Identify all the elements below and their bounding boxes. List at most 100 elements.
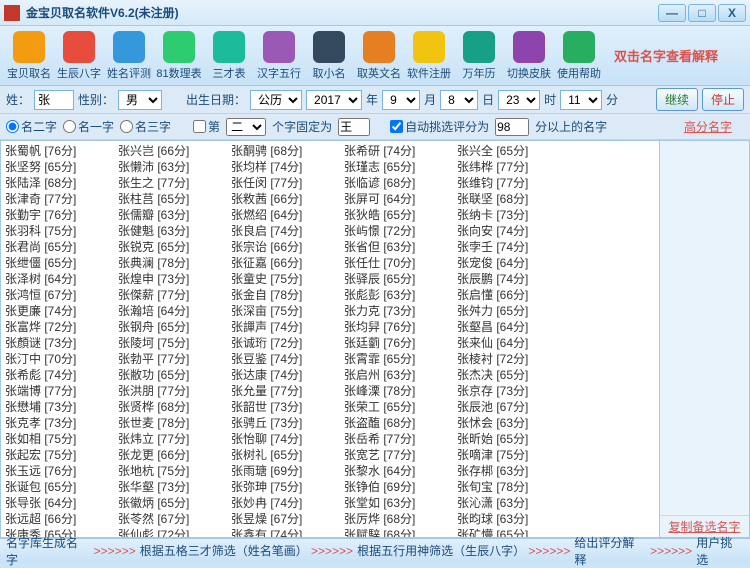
radio-two[interactable]: 名二字 [6,118,57,135]
name-item[interactable]: 张坚努 [65分] [5,159,118,175]
name-item[interactable]: 张绁僵 [65分] [5,255,118,271]
name-item[interactable]: 张盗醢 [68分] [344,415,457,431]
fixed-pos-select[interactable]: 二 [226,118,266,136]
name-item[interactable]: 张良启 [74分] [231,223,344,239]
name-item[interactable]: 张临谚 [68分] [344,175,457,191]
name-item[interactable]: 张生之 [77分] [118,175,231,191]
name-item[interactable]: 张宠俊 [64分] [457,255,570,271]
name-item[interactable]: 张棱衬 [72分] [457,351,570,367]
name-item[interactable]: 张孛壬 [74分] [457,239,570,255]
name-item[interactable]: 张敉茜 [66分] [231,191,344,207]
name-item[interactable]: 张勃平 [77分] [118,351,231,367]
name-item[interactable]: 张妙冉 [74分] [231,495,344,511]
name-item[interactable]: 张雨瑭 [69分] [231,463,344,479]
toolbar-宝贝取名[interactable]: 宝贝取名 [4,28,54,84]
name-item[interactable]: 张向安 [74分] [457,223,570,239]
continue-button[interactable]: 继续 [656,88,698,111]
day-select[interactable]: 8 [440,90,478,110]
name-item[interactable]: 张克孝 [73分] [5,415,118,431]
maximize-button[interactable]: □ [688,4,716,22]
name-item[interactable]: 张陵坷 [75分] [118,335,231,351]
name-item[interactable]: 张宗诒 [66分] [231,239,344,255]
name-item[interactable]: 张起宏 [75分] [5,447,118,463]
name-item[interactable]: 张弥珅 [75分] [231,479,344,495]
stop-button[interactable]: 停止 [702,88,744,111]
name-item[interactable]: 张酮骋 [68分] [231,143,344,159]
surname-input[interactable] [34,90,74,110]
hour-select[interactable]: 23 [498,90,540,110]
toolbar-三才表[interactable]: 三才表 [204,28,254,84]
toolbar-万年历[interactable]: 万年历 [454,28,504,84]
name-item[interactable]: 张如相 [75分] [5,431,118,447]
name-item[interactable]: 张矿懵 [65分] [457,527,570,538]
toolbar-姓名评测[interactable]: 姓名评测 [104,28,154,84]
minute-select[interactable]: 11 [560,90,602,110]
name-item[interactable]: 张仙彪 [72分] [118,527,231,538]
name-item[interactable]: 张儒瓣 [63分] [118,207,231,223]
toolbar-汉字五行[interactable]: 汉字五行 [254,28,304,84]
name-item[interactable]: 张荣工 [65分] [344,399,457,415]
name-item[interactable]: 张顏谜 [73分] [5,335,118,351]
toolbar-取英文名[interactable]: 取英文名 [354,28,404,84]
name-item[interactable]: 张津奇 [77分] [5,191,118,207]
name-item[interactable]: 张均舁 [76分] [344,319,457,335]
name-item[interactable]: 张堂如 [63分] [344,495,457,511]
name-item[interactable]: 张驿辰 [65分] [344,271,457,287]
name-item[interactable]: 张辰池 [67分] [457,399,570,415]
name-item[interactable]: 张更廉 [74分] [5,303,118,319]
name-item[interactable]: 张骋丘 [73分] [231,415,344,431]
name-item[interactable]: 张兴全 [65分] [457,143,570,159]
name-item[interactable]: 张勤宇 [76分] [5,207,118,223]
name-item[interactable]: 张敝功 [65分] [118,367,231,383]
name-item[interactable]: 张诚珩 [72分] [231,335,344,351]
auto-check[interactable]: 自动挑选评分为 [390,118,489,135]
name-item[interactable]: 张宽艺 [77分] [344,447,457,463]
toolbar-切换皮肤[interactable]: 切换皮肤 [504,28,554,84]
radio-one[interactable]: 名一字 [63,118,114,135]
name-item[interactable]: 张省但 [63分] [344,239,457,255]
name-item[interactable]: 张启懂 [66分] [457,287,570,303]
name-item[interactable]: 张来仙 [64分] [457,335,570,351]
fixed-check[interactable]: 第 [193,118,220,135]
name-item[interactable]: 张任闵 [77分] [231,175,344,191]
year-select[interactable]: 2017 [306,90,362,110]
name-item[interactable]: 张譂声 [74分] [231,319,344,335]
gender-select[interactable]: 男 [118,90,162,110]
name-item[interactable]: 张童史 [75分] [231,271,344,287]
name-item[interactable]: 张钢舟 [65分] [118,319,231,335]
name-item[interactable]: 张岳希 [77分] [344,431,457,447]
name-item[interactable]: 张赋騂 [68分] [344,527,457,538]
name-item[interactable]: 张君尚 [65分] [5,239,118,255]
name-item[interactable]: 张昀球 [63分] [457,511,570,527]
name-item[interactable]: 张羽科 [75分] [5,223,118,239]
name-item[interactable]: 张燃绍 [64分] [231,207,344,223]
name-item[interactable]: 张嘀津 [75分] [457,447,570,463]
name-item[interactable]: 张纬桦 [77分] [457,159,570,175]
radio-three[interactable]: 名三字 [120,118,171,135]
name-item[interactable]: 张希彪 [74分] [5,367,118,383]
name-item[interactable]: 张壑昌 [64分] [457,319,570,335]
name-item[interactable]: 张地杭 [75分] [118,463,231,479]
name-item[interactable]: 张健魁 [63分] [118,223,231,239]
toolbar-使用帮助[interactable]: 使用帮助 [554,28,604,84]
name-item[interactable]: 张柱莒 [65分] [118,191,231,207]
name-item[interactable]: 张兴岂 [66分] [118,143,231,159]
name-item[interactable]: 张屏可 [64分] [344,191,457,207]
name-item[interactable]: 张贤桦 [68分] [118,399,231,415]
name-item[interactable]: 张远超 [66分] [5,511,118,527]
name-item[interactable]: 张沁潇 [63分] [457,495,570,511]
name-item[interactable]: 张玉远 [76分] [5,463,118,479]
name-item[interactable]: 张懋埔 [73分] [5,399,118,415]
name-list[interactable]: 张蜀帆 [76分]张兴岂 [66分]张酮骋 [68分]张希研 [74分]张兴全 … [0,140,660,538]
name-item[interactable]: 张华壑 [73分] [118,479,231,495]
toolbar-81数理表[interactable]: 81数理表 [154,28,204,84]
name-item[interactable]: 张瑾志 [65分] [344,159,457,175]
name-item[interactable]: 张杰决 [65分] [457,367,570,383]
name-item[interactable]: 张维钧 [77分] [457,175,570,191]
name-item[interactable]: 张联坚 [68分] [457,191,570,207]
name-item[interactable]: 张存梆 [63分] [457,463,570,479]
name-item[interactable]: 张炜立 [77分] [118,431,231,447]
name-item[interactable]: 张廷藰 [76分] [344,335,457,351]
name-item[interactable]: 张纳卡 [73分] [457,207,570,223]
name-item[interactable]: 张任仕 [70分] [344,255,457,271]
